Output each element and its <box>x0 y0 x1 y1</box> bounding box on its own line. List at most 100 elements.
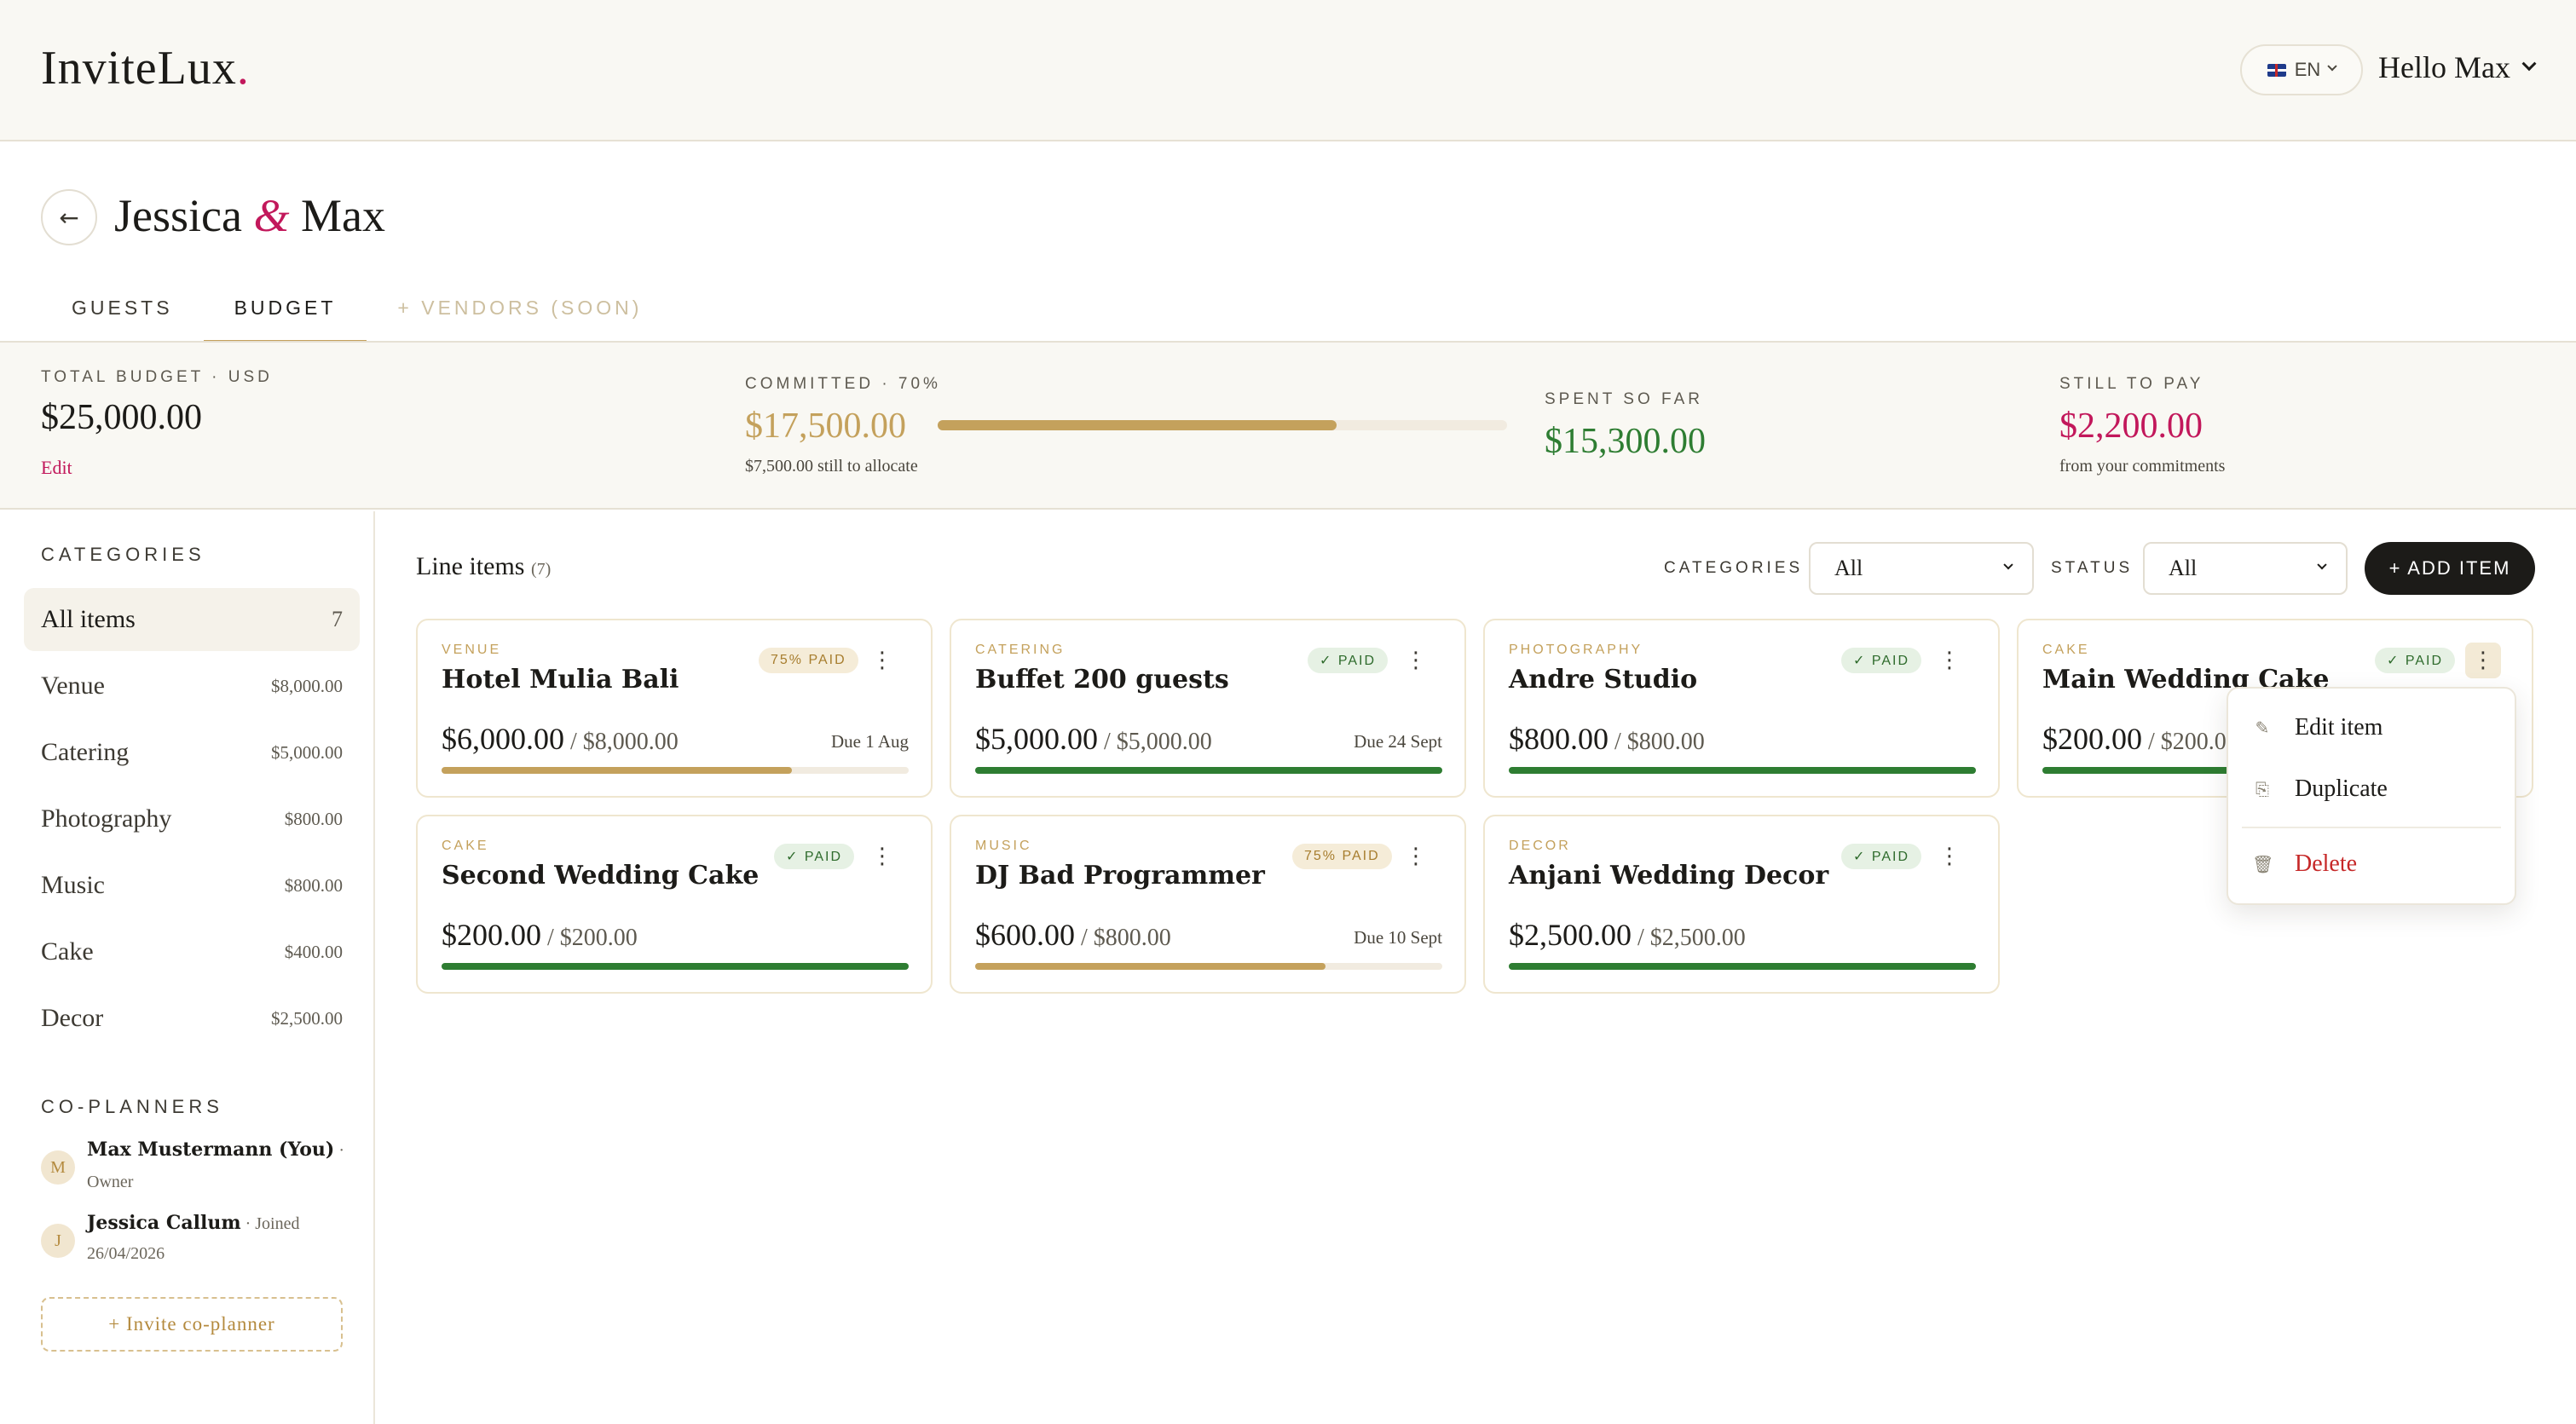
menu-duplicate[interactable]: ⎘ Duplicate <box>2252 775 2388 803</box>
item-category: DECOR <box>1509 839 1571 853</box>
item-progress-bar <box>975 963 1442 970</box>
category-name: Photography <box>41 804 172 833</box>
item-progress-fill <box>975 767 1442 774</box>
item-progress-bar <box>1509 963 1976 970</box>
category-amount: $2,500.00 <box>271 1007 343 1029</box>
sidebar-item-music[interactable]: Music $800.00 <box>24 854 360 917</box>
menu-delete[interactable]: 🗑 Delete <box>2252 850 2357 878</box>
categories-filter-label: CATEGORIES <box>1664 559 1804 577</box>
tab-budget[interactable]: BUDGET <box>203 285 367 343</box>
menu-edit-item[interactable]: ✎ Edit item <box>2252 714 2383 741</box>
spent-value: $15,300.00 <box>1545 422 1706 461</box>
budget-item-card[interactable]: CATERING ✓ PAID ⋮ Buffet 200 guests $5,000.0… <box>950 619 1466 798</box>
line-items-title: Line items (7) <box>416 552 552 580</box>
back-button[interactable]: ← <box>41 189 97 245</box>
committed-label: COMMITTED · 70% <box>745 375 941 393</box>
category-count: 7 <box>332 607 343 631</box>
payment-status-badge: 75% PAID <box>1292 844 1392 869</box>
more-options-icon[interactable]: ⋮ <box>1398 839 1434 874</box>
total-budget-label: TOTAL BUDGET · USD <box>41 368 273 386</box>
item-category: CATERING <box>975 643 1066 657</box>
item-category: MUSIC <box>975 839 1032 853</box>
sidebar-item-cake[interactable]: Cake $400.00 <box>24 920 360 983</box>
edit-budget-link[interactable]: Edit <box>41 457 72 479</box>
sidebar-item-catering[interactable]: Catering $5,000.00 <box>24 721 360 784</box>
coplanners-heading: CO-PLANNERS <box>41 1096 223 1117</box>
item-actions-menu: ✎ Edit item ⎘ Duplicate 🗑 Delete <box>2227 687 2516 905</box>
language-selector[interactable]: EN <box>2240 44 2363 95</box>
more-options-icon[interactable]: ⋮ <box>864 643 900 678</box>
item-amount: $6,000.00 / $8,000.00 <box>442 722 679 756</box>
item-name: Andre Studio <box>1509 665 1698 695</box>
budget-item-card[interactable]: MUSIC 75% PAID ⋮ DJ Bad Programmer $600.00 /… <box>950 815 1466 994</box>
item-progress-bar <box>975 767 1442 774</box>
sidebar-item-venue[interactable]: Venue $8,000.00 <box>24 654 360 718</box>
category-amount: $800.00 <box>284 874 343 896</box>
item-progress-fill <box>1509 963 1976 970</box>
item-progress-fill <box>442 963 909 970</box>
menu-divider <box>2242 827 2501 828</box>
committed-sub: $7,500.00 still to allocate <box>745 457 918 476</box>
item-amount: $200.00 / $200.00 <box>442 918 638 952</box>
sidebar-item-decor[interactable]: Decor $2,500.00 <box>24 987 360 1050</box>
category-amount: $8,000.00 <box>271 675 343 696</box>
more-options-icon[interactable]: ⋮ <box>1398 643 1434 678</box>
item-progress-fill <box>1509 767 1976 774</box>
category-name: All items <box>41 605 136 633</box>
pencil-icon: ✎ <box>2255 718 2270 738</box>
item-name: Anjani Wedding Decor <box>1509 861 1829 891</box>
item-name: Second Wedding Cake <box>442 861 760 891</box>
status-filter-label: STATUS <box>2051 559 2134 577</box>
chevron-down-icon <box>2317 560 2327 570</box>
payment-status-badge: ✓ PAID <box>1308 648 1389 673</box>
category-amount: $800.00 <box>284 808 343 829</box>
total-budget-value: $25,000.00 <box>41 398 202 437</box>
payment-status-badge: ✓ PAID <box>1841 844 1922 869</box>
item-amount: $5,000.00 / $5,000.00 <box>975 722 1212 756</box>
category-name: Decor <box>41 1004 104 1032</box>
budget-item-card[interactable]: DECOR ✓ PAID ⋮ Anjani Wedding Decor $2,500.0… <box>1483 815 2000 994</box>
more-options-icon[interactable]: ⋮ <box>864 839 900 874</box>
item-progress-fill <box>975 963 1326 970</box>
tab-guests[interactable]: GUESTS <box>41 285 204 343</box>
avatar: M <box>41 1150 75 1185</box>
arrow-left-icon: ← <box>59 203 79 232</box>
more-options-icon[interactable]: ⋮ <box>2465 643 2501 678</box>
line-items-count: (7) <box>530 560 552 579</box>
budget-item-card[interactable]: VENUE 75% PAID ⋮ Hotel Mulia Bali $6,000.00 … <box>416 619 933 798</box>
item-due-date: Due 10 Sept <box>1354 927 1442 948</box>
item-category: PHOTOGRAPHY <box>1509 643 1643 657</box>
item-progress-bar <box>442 963 909 970</box>
payment-status-badge: ✓ PAID <box>774 844 855 869</box>
item-name: Buffet 200 guests <box>975 665 1229 695</box>
tab-bar: GUESTS BUDGET + VENDORS (SOON) <box>41 285 673 343</box>
top-bar: InviteLux. EN Hello Max <box>0 0 2576 141</box>
item-category: VENUE <box>442 643 502 657</box>
event-title: Jessica & Max <box>114 190 385 241</box>
budget-item-card[interactable]: CAKE ✓ PAID ⋮ Second Wedding Cake $200.00 / … <box>416 815 933 994</box>
payment-status-badge: ✓ PAID <box>1841 648 1922 673</box>
committed-progress-fill <box>938 420 1337 430</box>
item-due-date: Due 24 Sept <box>1354 731 1442 752</box>
coplanner-name: Jessica Callum · Joined <box>87 1212 300 1234</box>
sidebar-item-all[interactable]: All items 7 <box>24 588 360 651</box>
item-amount: $2,500.00 / $2,500.00 <box>1509 918 1746 952</box>
sidebar-item-photography[interactable]: Photography $800.00 <box>24 787 360 850</box>
more-options-icon[interactable]: ⋮ <box>1932 839 1967 874</box>
status-filter-select[interactable]: All <box>2143 542 2348 595</box>
logo[interactable]: InviteLux. <box>41 41 250 95</box>
spent-label: SPENT SO FAR <box>1545 390 1703 408</box>
category-amount: $5,000.00 <box>271 741 343 763</box>
language-label: EN <box>2294 59 2321 80</box>
category-name: Venue <box>41 672 105 700</box>
budget-item-card[interactable]: PHOTOGRAPHY ✓ PAID ⋮ Andre Studio $800.00 / … <box>1483 619 2000 798</box>
chevron-down-icon <box>2003 560 2013 570</box>
coplanner-joined-date: 26/04/2026 <box>87 1244 165 1263</box>
coplanner-max: M Max Mustermann (You) · Owner <box>41 1139 348 1207</box>
more-options-icon[interactable]: ⋮ <box>1932 643 1967 678</box>
categories-filter-select[interactable]: All <box>1809 542 2034 595</box>
invite-coplanner-button[interactable]: + Invite co-planner <box>41 1297 343 1352</box>
item-category: CAKE <box>2042 643 2090 657</box>
add-item-button[interactable]: + ADD ITEM <box>2365 542 2535 595</box>
user-menu[interactable]: Hello Max <box>2378 49 2537 85</box>
